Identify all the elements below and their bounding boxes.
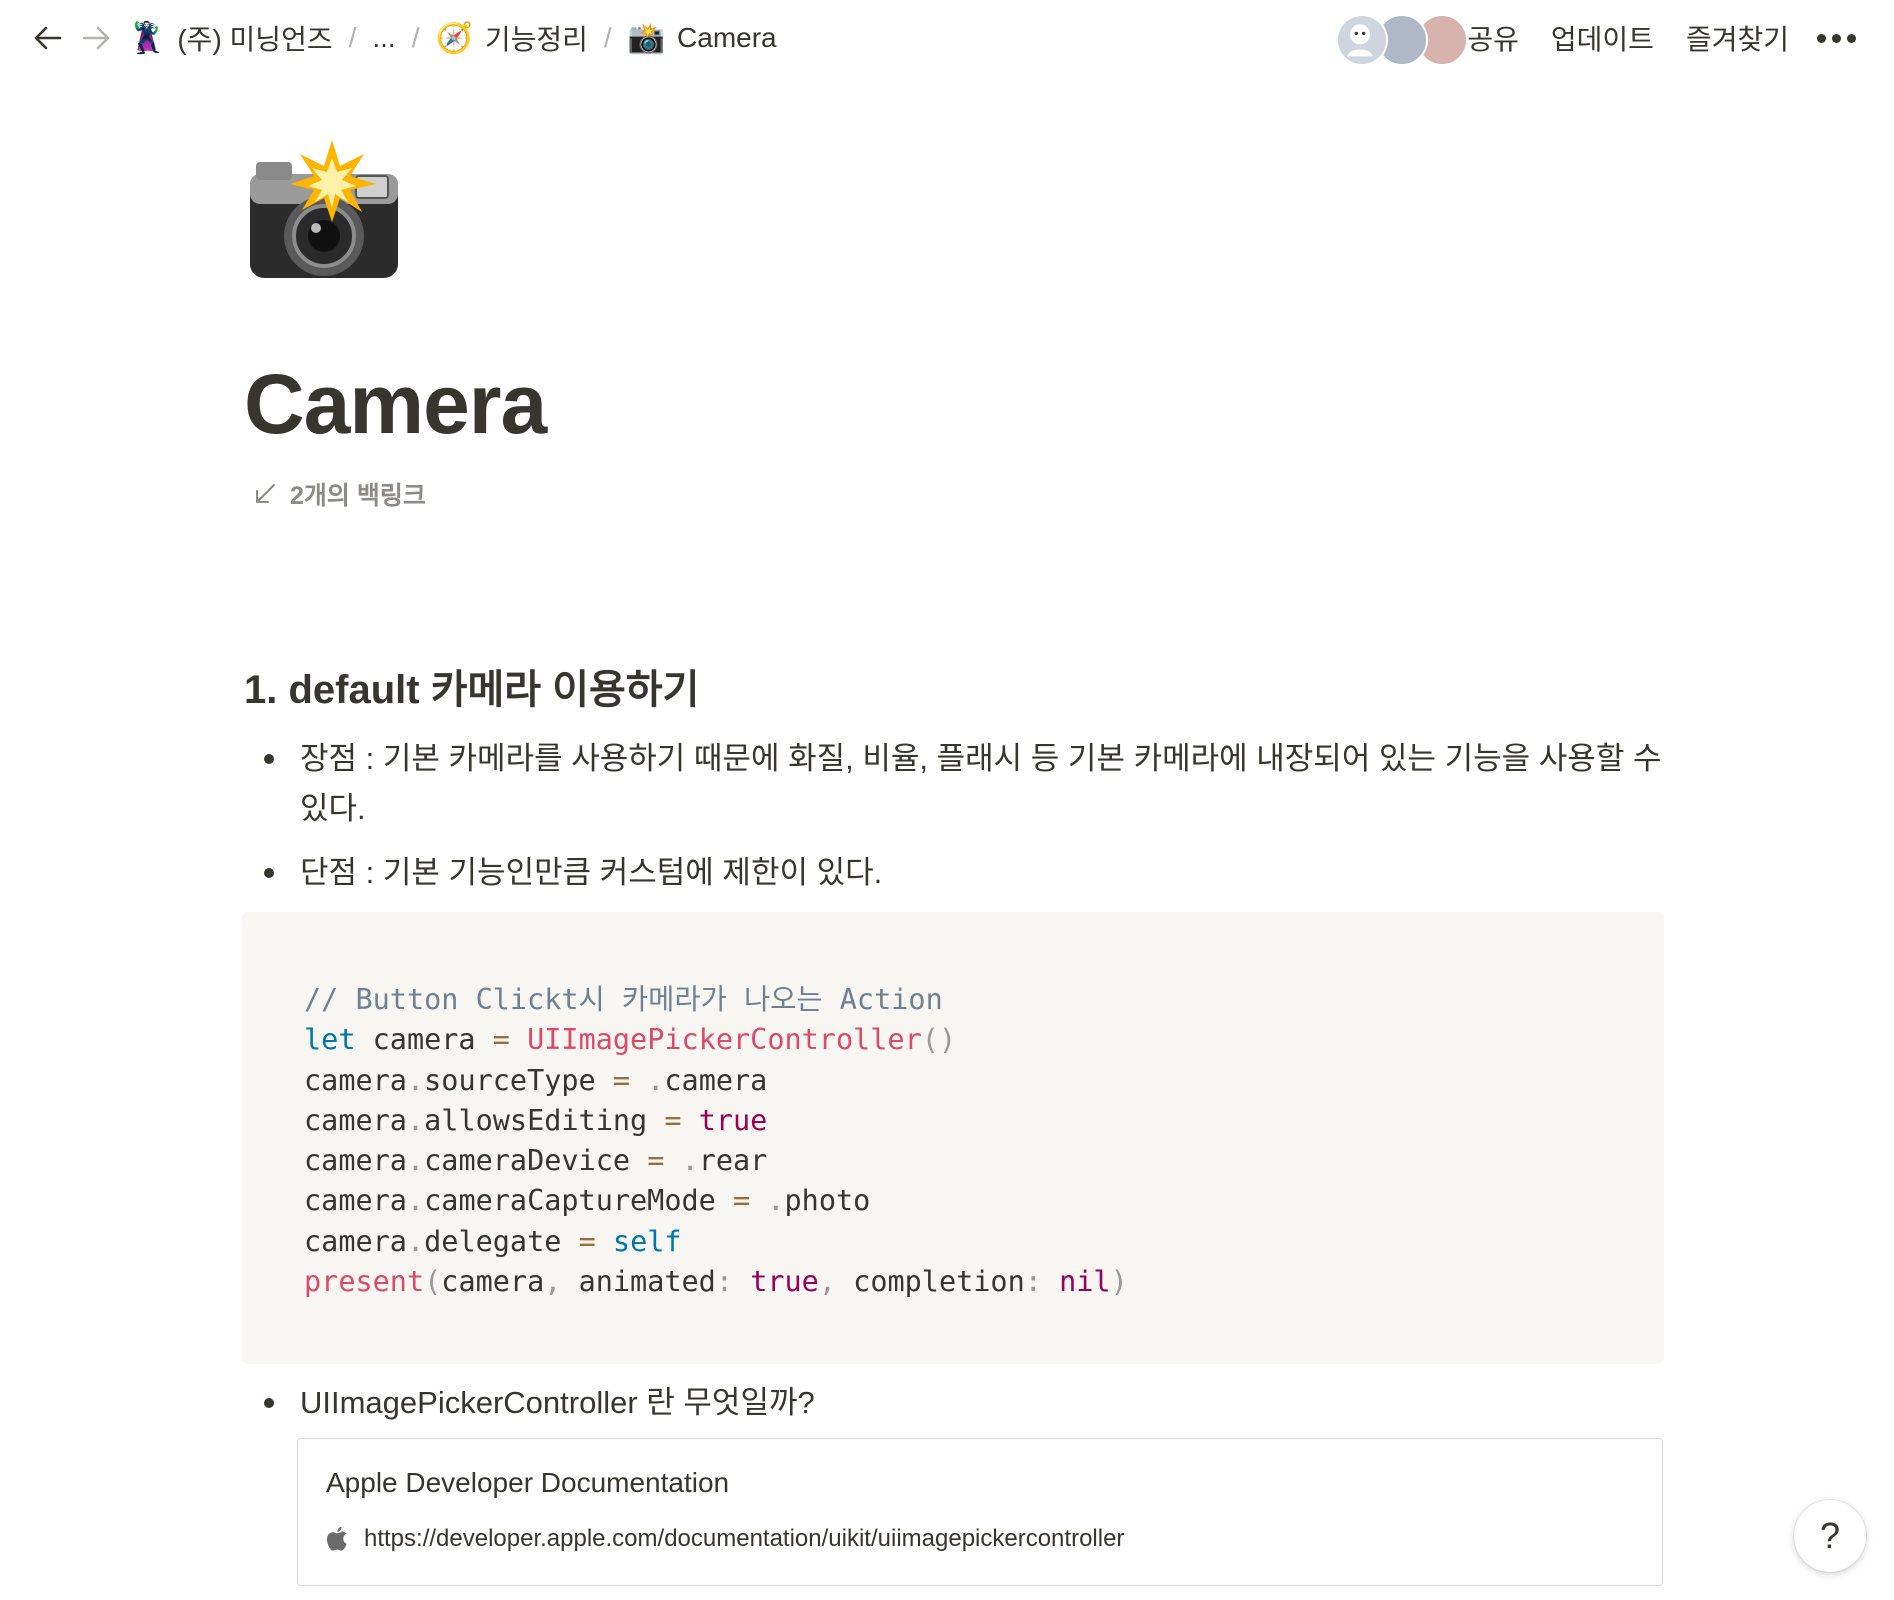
bullet-pro-text: 장점 : 기본 카메라를 사용하기 때문에 화질, 비율, 플래시 등 기본 카… bbox=[300, 741, 1662, 826]
updates-button[interactable]: 업데이트 bbox=[1551, 18, 1654, 58]
code-line-0: // Button Clickt시 카메라가 나오는 Action bbox=[304, 983, 943, 1016]
breadcrumb-ellipsis[interactable]: ... bbox=[372, 22, 395, 54]
breadcrumb-workspace-label: (주) 미닝언즈 bbox=[177, 24, 333, 55]
code-line-1: let camera = UIImagePickerController() bbox=[304, 1023, 957, 1057]
top-actions: 공유 업데이트 즐겨찾기 bbox=[1435, 14, 1894, 62]
breadcrumb-separator: / bbox=[603, 22, 612, 53]
code-line-4: camera.cameraDevice = .rear bbox=[304, 1144, 768, 1178]
code-line-2: camera.sourceType = .camera bbox=[304, 1063, 768, 1097]
bookmark-card[interactable]: Apple Developer Documentation https://de… bbox=[297, 1438, 1663, 1586]
bullet-dot bbox=[264, 1398, 274, 1408]
breadcrumb-separator: / bbox=[411, 22, 420, 53]
share-button[interactable]: 공유 bbox=[1467, 18, 1519, 58]
back-arrow-icon[interactable] bbox=[28, 18, 68, 58]
code-content[interactable]: // Button Clickt시 카메라가 나오는 Action let ca… bbox=[304, 980, 1128, 1302]
breadcrumb-camera[interactable]: 📸 Camera bbox=[628, 21, 777, 56]
breadcrumb-ellipsis-label: ... bbox=[372, 22, 396, 53]
code-line-7: present(camera, animated: true, completi… bbox=[304, 1265, 1128, 1299]
list-item[interactable]: 장점 : 기본 카메라를 사용하기 때문에 화질, 비율, 플래시 등 기본 카… bbox=[244, 734, 1664, 834]
help-button[interactable]: ? bbox=[1794, 1500, 1866, 1572]
bookmark-url: https://developer.apple.com/documentatio… bbox=[364, 1525, 1125, 1552]
bullet-dot bbox=[264, 754, 274, 764]
apple-logo-icon bbox=[327, 1526, 347, 1551]
breadcrumb-camera-label: Camera bbox=[677, 22, 777, 53]
breadcrumb-feature-list-label: 기능정리 bbox=[484, 24, 588, 55]
breadcrumb: 🦹 (주) 미닝언즈 / ... / 🧭 기능정리 / 📸 Camera bbox=[128, 14, 777, 62]
bullet-con-text: 단점 : 기본 기능인만큼 커스텀에 제한이 있다. bbox=[300, 855, 883, 890]
breadcrumb-feature-list[interactable]: 🧭 기능정리 bbox=[436, 18, 588, 58]
list-item[interactable]: UIImagePickerController 란 무엇일까? bbox=[244, 1378, 1664, 1428]
page-camera-flash-icon[interactable] bbox=[244, 140, 404, 285]
code-block[interactable]: // Button Clickt시 카메라가 나오는 Action let ca… bbox=[242, 912, 1664, 1364]
code-line-3: camera.allowsEditing = true bbox=[304, 1103, 768, 1137]
code-line-6: camera.delegate = self bbox=[304, 1224, 682, 1258]
camera-flash-icon: 📸 bbox=[627, 21, 666, 55]
heading-default-camera[interactable]: 1. default 카메라 이용하기 bbox=[244, 666, 699, 714]
backlinks-button[interactable]: 2개의 백링크 bbox=[252, 476, 426, 512]
topbar: 🦹 (주) 미닝언즈 / ... / 🧭 기능정리 / 📸 Camera 공유 … bbox=[0, 0, 1894, 78]
bookmark-url-row: https://developer.apple.com/documentatio… bbox=[326, 1525, 1124, 1553]
code-line-5: camera.cameraCaptureMode = .photo bbox=[304, 1184, 871, 1218]
breadcrumb-separator: / bbox=[348, 22, 357, 53]
favorite-button[interactable]: 즐겨찾기 bbox=[1686, 18, 1789, 58]
more-options-icon[interactable] bbox=[1817, 33, 1856, 43]
bullet-question-text: UIImagePickerController 란 무엇일까? bbox=[300, 1385, 815, 1420]
avatar[interactable] bbox=[1336, 14, 1388, 66]
minion-icon: 🦹 bbox=[128, 21, 166, 55]
backlink-arrow-icon bbox=[256, 484, 275, 503]
list-item[interactable]: 단점 : 기본 기능인만큼 커스텀에 제한이 있다. bbox=[244, 848, 1664, 898]
breadcrumb-workspace[interactable]: 🦹 (주) 미닝언즈 bbox=[128, 18, 333, 58]
bullet-dot bbox=[264, 868, 274, 878]
backlinks-label: 2개의 백링크 bbox=[290, 482, 426, 510]
compass-icon: 🧭 bbox=[435, 21, 473, 55]
forward-arrow-icon[interactable] bbox=[76, 18, 116, 58]
page-title[interactable]: Camera bbox=[244, 362, 547, 446]
bookmark-title: Apple Developer Documentation bbox=[326, 1467, 730, 1498]
